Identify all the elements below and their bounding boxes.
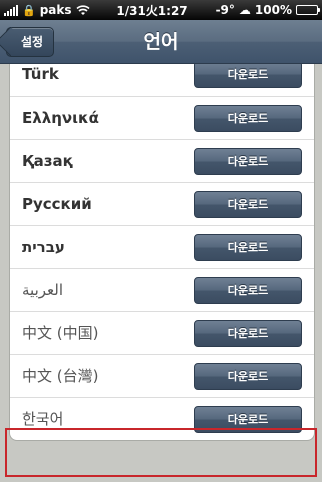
- download-button[interactable]: 다운로드: [194, 320, 302, 347]
- language-label: Ελληνικά: [22, 109, 99, 127]
- status-bar-left: 🔒 paks: [4, 3, 104, 17]
- download-button[interactable]: 다운로드: [194, 105, 302, 132]
- language-row[interactable]: العربية 다운로드: [10, 268, 314, 311]
- signal-strength-icon: [4, 4, 18, 16]
- page-title: 언어: [143, 31, 179, 53]
- download-button[interactable]: 다운로드: [194, 277, 302, 304]
- status-time: 1/31火1:27: [116, 3, 188, 18]
- carrier-name: paks: [39, 3, 72, 17]
- navigation-bar: 설정 언어: [0, 20, 322, 64]
- language-list-view[interactable]: Türk 다운로드 Ελληνικά 다운로드 Қазақ 다운로드 Русск…: [0, 64, 322, 482]
- download-button[interactable]: 다운로드: [194, 148, 302, 175]
- language-row[interactable]: 한국어 다운로드: [10, 397, 314, 440]
- language-label: 한국어: [22, 410, 64, 428]
- status-bar: 🔒 paks 1/31火1:27 -9° ☁ 100%: [0, 0, 322, 20]
- screen: 🔒 paks 1/31火1:27 -9° ☁ 100% 설정 언어 Türk 다…: [0, 0, 322, 482]
- download-button[interactable]: 다운로드: [194, 64, 302, 88]
- battery-icon: [296, 5, 320, 15]
- language-row[interactable]: 中文 (台灣) 다운로드: [10, 354, 314, 397]
- wifi-icon: [75, 4, 90, 16]
- language-row[interactable]: Türk 다운로드: [10, 64, 314, 96]
- download-button[interactable]: 다운로드: [194, 406, 302, 433]
- status-bar-right: -9° ☁ 100%: [200, 3, 320, 17]
- language-row[interactable]: Ελληνικά 다운로드: [10, 96, 314, 139]
- language-row[interactable]: Қазақ 다운로드: [10, 139, 314, 182]
- language-label: Қазақ: [22, 152, 73, 170]
- language-row[interactable]: 中文 (中国) 다운로드: [10, 311, 314, 354]
- back-button[interactable]: 설정: [6, 27, 55, 57]
- cloud-icon: ☁: [238, 3, 251, 17]
- language-label: עברית: [22, 238, 65, 256]
- lock-icon: 🔒: [22, 3, 36, 17]
- language-table: Türk 다운로드 Ελληνικά 다운로드 Қазақ 다운로드 Русск…: [9, 64, 315, 441]
- download-button[interactable]: 다운로드: [194, 191, 302, 218]
- back-button-label: 설정: [21, 35, 44, 49]
- language-row[interactable]: Русский 다운로드: [10, 182, 314, 225]
- language-label: 中文 (中国): [22, 324, 99, 342]
- language-label: Русский: [22, 195, 92, 213]
- temperature: -9°: [215, 3, 235, 17]
- language-label: العربية: [22, 281, 63, 299]
- language-row[interactable]: עברית 다운로드: [10, 225, 314, 268]
- download-button[interactable]: 다운로드: [194, 363, 302, 390]
- download-button[interactable]: 다운로드: [194, 234, 302, 261]
- battery-percent: 100%: [254, 3, 292, 17]
- language-label: 中文 (台灣): [22, 367, 99, 385]
- language-label: Türk: [22, 65, 59, 83]
